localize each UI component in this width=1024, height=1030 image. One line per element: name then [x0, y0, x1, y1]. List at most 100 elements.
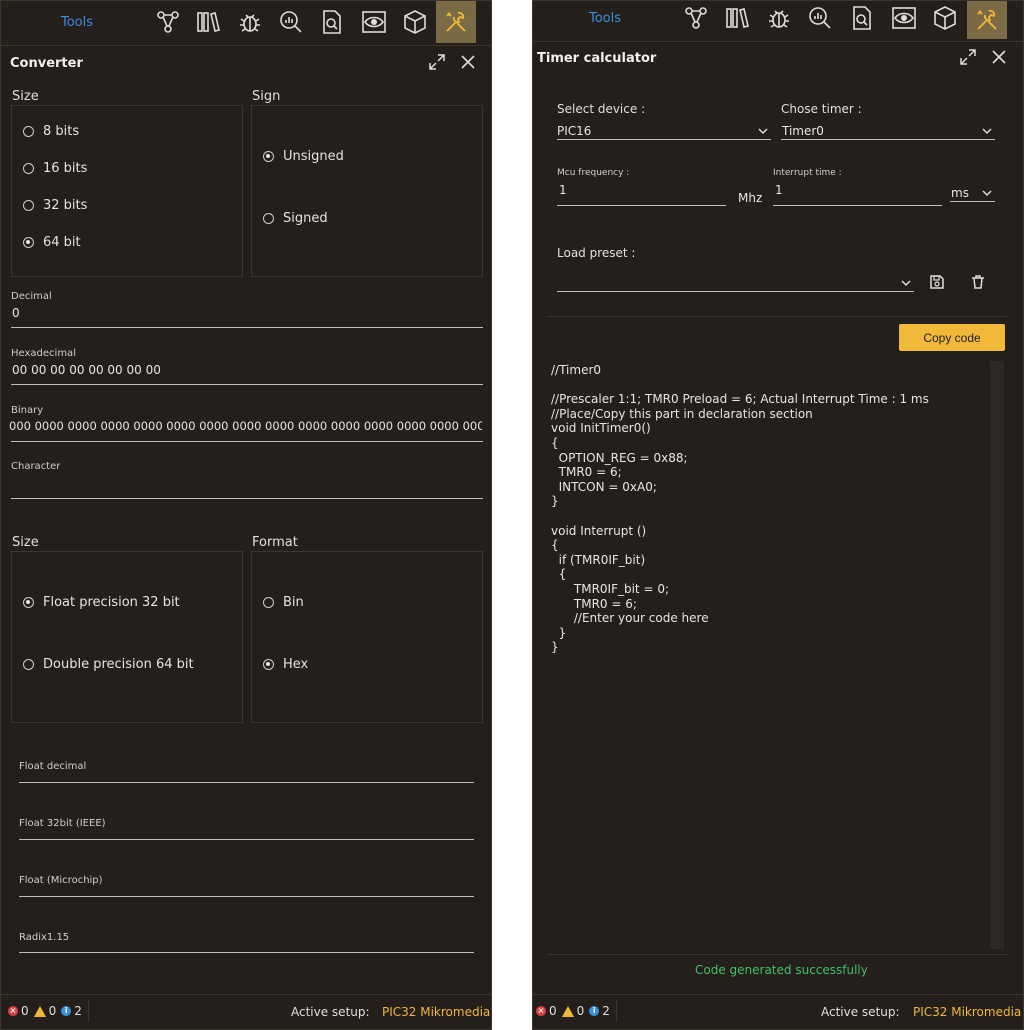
- error-icon: ×: [8, 1006, 18, 1016]
- mcu-frequency-unit: Mhz: [738, 191, 763, 205]
- radio-hex[interactable]: Hex: [263, 657, 308, 672]
- tools-tab[interactable]: Tools: [589, 11, 621, 26]
- radio-circle-selected: [263, 659, 274, 670]
- radio-32-bits[interactable]: 32 bits: [23, 198, 87, 213]
- bug-icon[interactable]: [233, 5, 267, 39]
- radix-input[interactable]: [19, 952, 474, 953]
- decimal-input[interactable]: 0: [12, 306, 482, 320]
- radio-signed[interactable]: Signed: [263, 211, 328, 226]
- chevron-down-icon[interactable]: [982, 126, 992, 136]
- analytics-search-icon[interactable]: [803, 1, 837, 35]
- network-icon[interactable]: [679, 1, 713, 35]
- interrupt-time-underline: [773, 205, 942, 206]
- sign-group: [251, 105, 483, 277]
- document-search-icon[interactable]: [315, 5, 349, 39]
- copy-code-button[interactable]: Copy code: [899, 324, 1005, 351]
- radio-label: Float precision 32 bit: [43, 595, 180, 610]
- sign-section-label: Sign: [252, 89, 281, 104]
- radio-label: Hex: [283, 657, 309, 672]
- trash-icon[interactable]: [969, 273, 987, 291]
- warning-icon: [561, 1005, 574, 1017]
- radio-circle: [23, 126, 34, 137]
- code-scrollbar[interactable]: [990, 361, 1004, 949]
- save-icon[interactable]: [928, 273, 946, 291]
- radio-bin[interactable]: Bin: [263, 595, 304, 610]
- cube-icon[interactable]: [398, 5, 432, 39]
- problems-summary[interactable]: × 0 0 i2: [536, 1000, 617, 1022]
- interrupt-time-unit[interactable]: ms: [951, 186, 969, 200]
- radio-label: 8 bits: [43, 124, 80, 139]
- bug-icon[interactable]: [762, 1, 796, 35]
- decimal-label: Decimal: [11, 291, 52, 302]
- warning-count: 0: [48, 1004, 57, 1018]
- active-setup-value[interactable]: PIC32 Mikromedia: [913, 1005, 1021, 1019]
- radio-double-64[interactable]: Double precision 64 bit: [23, 657, 194, 672]
- decimal-underline: [11, 327, 483, 328]
- generated-code-view[interactable]: //Timer0 //Prescaler 1:1; TMR0 Preload =…: [551, 363, 929, 655]
- radio-label: 16 bits: [43, 161, 88, 176]
- interrupt-time-input[interactable]: 1: [775, 183, 783, 197]
- float-decimal-input[interactable]: [19, 782, 474, 783]
- size-section-label: Size: [12, 89, 39, 104]
- error-icon: ×: [536, 1006, 546, 1016]
- mcu-frequency-underline: [557, 205, 726, 206]
- radio-circle-selected: [23, 237, 34, 248]
- float32-input[interactable]: [19, 839, 474, 840]
- radio-circle: [263, 597, 274, 608]
- panel-title: Timer calculator: [537, 51, 657, 66]
- format-group: [251, 551, 483, 723]
- radio-float-32[interactable]: Float precision 32 bit: [23, 595, 180, 610]
- error-count: 0: [21, 1004, 29, 1018]
- eye-icon[interactable]: [887, 1, 921, 35]
- binary-input[interactable]: 000 0000 0000 0000 0000 0000 0000 0000 0…: [9, 419, 482, 433]
- float-microchip-label: Float (Microchip): [19, 875, 103, 886]
- radio-label: Unsigned: [283, 149, 344, 164]
- float-microchip-input[interactable]: [19, 896, 474, 897]
- footer-divider: [547, 954, 1007, 955]
- info-icon: i: [589, 1006, 600, 1016]
- load-preset-dropdown[interactable]: [557, 291, 914, 292]
- warning-icon: [33, 1005, 46, 1017]
- chose-timer-value[interactable]: Timer0: [782, 124, 824, 138]
- interrupt-unit-dropdown[interactable]: [950, 201, 995, 202]
- tools-tab[interactable]: Tools: [61, 15, 93, 30]
- close-icon[interactable]: [459, 53, 477, 71]
- radio-unsigned[interactable]: Unsigned: [263, 149, 344, 164]
- expand-icon[interactable]: [428, 53, 446, 71]
- info-icon: i: [61, 1006, 72, 1016]
- select-device-label: Select device :: [557, 102, 646, 116]
- tools-toolbar: Tools: [1, 1, 491, 46]
- tools-toolbar: Tools: [533, 1, 1023, 42]
- radio-circle-selected: [23, 597, 34, 608]
- character-underline: [11, 498, 483, 499]
- cube-icon[interactable]: [928, 1, 962, 35]
- chevron-down-icon[interactable]: [982, 188, 992, 198]
- binary-underline: [11, 441, 483, 442]
- select-device-dropdown[interactable]: [557, 139, 771, 140]
- hexadecimal-input[interactable]: 00 00 00 00 00 00 00 00: [12, 363, 482, 377]
- expand-icon[interactable]: [959, 48, 977, 66]
- converter-panel: Tools Converter Size 8 bits 16 bits 32 b…: [0, 0, 492, 1030]
- library-icon[interactable]: [191, 5, 225, 39]
- chose-timer-dropdown[interactable]: [781, 139, 995, 140]
- float32-label: Float 32bit (IEEE): [19, 818, 106, 829]
- document-search-icon[interactable]: [845, 1, 879, 35]
- chevron-down-icon[interactable]: [901, 278, 911, 288]
- chevron-down-icon[interactable]: [758, 126, 768, 136]
- tools-wrench-icon[interactable]: [967, 1, 1007, 39]
- radio-8-bits[interactable]: 8 bits: [23, 124, 79, 139]
- load-preset-label: Load preset :: [557, 246, 636, 260]
- select-device-value[interactable]: PIC16: [557, 124, 591, 138]
- close-icon[interactable]: [990, 48, 1008, 66]
- problems-summary[interactable]: × 0 0 i2: [8, 1000, 89, 1022]
- analytics-search-icon[interactable]: [274, 5, 308, 39]
- active-setup-value[interactable]: PIC32 Mikromedia: [382, 1005, 490, 1019]
- network-icon[interactable]: [151, 5, 185, 39]
- mcu-frequency-input[interactable]: 1: [559, 183, 567, 197]
- eye-icon[interactable]: [357, 5, 391, 39]
- radio-16-bits[interactable]: 16 bits: [23, 161, 87, 176]
- radio-64-bit[interactable]: 64 bit: [23, 235, 81, 250]
- status-bar: × 0 0 i2 Active setup: PIC32 Mikromedia: [1, 994, 491, 1029]
- tools-wrench-icon[interactable]: [436, 1, 476, 43]
- library-icon[interactable]: [720, 1, 754, 35]
